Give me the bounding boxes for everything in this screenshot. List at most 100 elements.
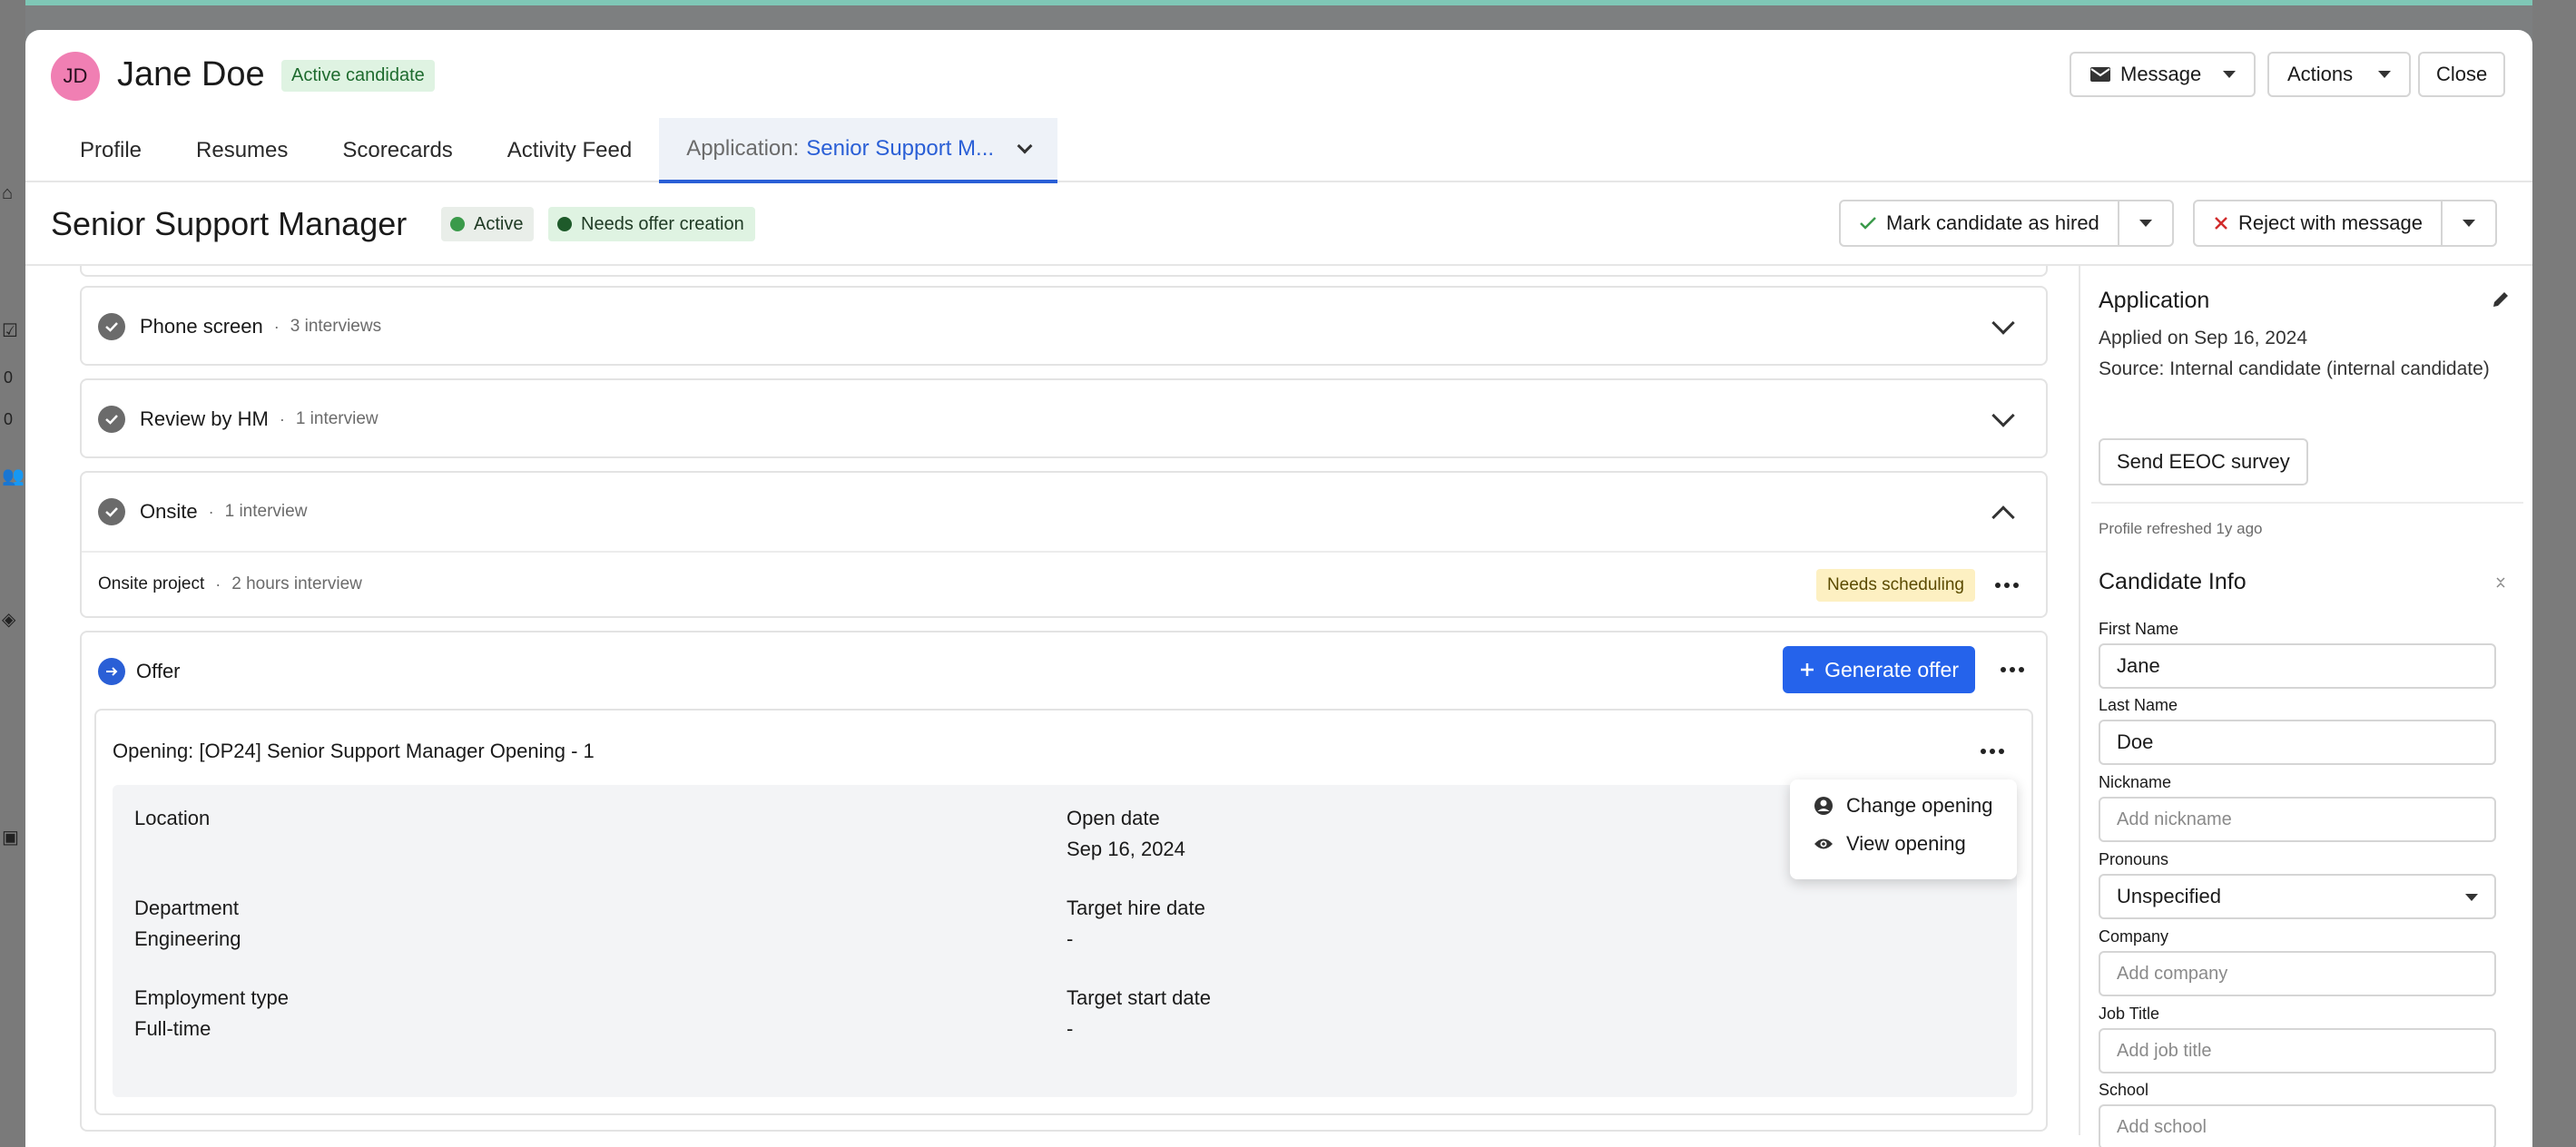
tab-activity-feed[interactable]: Activity Feed [480, 118, 659, 183]
separator-dot: · [208, 502, 214, 521]
layers-icon: ◈ [2, 610, 16, 630]
mark-hired-label: Mark candidate as hired [1886, 211, 2099, 234]
last-name-label: Last Name [2099, 696, 2178, 714]
pronouns-select[interactable]: Unspecified [2099, 874, 2496, 919]
field-value: Sep 16, 2024 [1067, 838, 1185, 860]
pronouns-value: Unspecified [2117, 885, 2221, 907]
avatar: JD [51, 52, 100, 101]
actions-button[interactable]: Actions [2267, 52, 2412, 97]
stage-meta: 3 interviews [290, 317, 382, 336]
generate-offer-button[interactable]: Generate offer [1783, 646, 1975, 693]
application-source: Source: Internal candidate (internal can… [2099, 358, 2490, 379]
backdrop-count-a: 0 [4, 368, 14, 387]
message-button[interactable]: Message [2070, 52, 2256, 97]
more-options-icon[interactable] [2001, 667, 2024, 672]
field-department: Department Engineering [134, 897, 241, 951]
field-label: Target start date [1067, 986, 1211, 1009]
check-icon [1860, 217, 1876, 230]
candidate-name: Jane Doe [117, 55, 265, 93]
field-value: - [1067, 1017, 1074, 1040]
plus-icon [1801, 663, 1814, 676]
reject-split-button: Reject with message [2193, 200, 2497, 247]
modal-header: JD Jane Doe Active candidate Message Act… [25, 30, 2532, 183]
send-eeoc-survey-button[interactable]: Send EEOC survey [2099, 438, 2308, 485]
stage-phone-screen[interactable]: Phone screen · 3 interviews [80, 286, 2048, 366]
arrow-right-icon [98, 658, 125, 685]
job-title-field[interactable]: Add job title [2099, 1028, 2496, 1073]
reject-label: Reject with message [2238, 211, 2423, 234]
stage-name: Offer [136, 660, 181, 682]
field-target-hire-date: Target hire date - [1067, 897, 1205, 951]
tab-profile[interactable]: Profile [53, 118, 169, 183]
stage-name: Onsite [140, 500, 198, 523]
stage-status-pill: Needs offer creation [548, 207, 755, 241]
last-name-field[interactable]: Doe [2099, 720, 2496, 765]
first-name-field[interactable]: Jane [2099, 643, 2496, 689]
reject-button[interactable]: Reject with message [2195, 201, 2443, 245]
completed-check-icon [98, 406, 125, 433]
completed-check-icon [98, 313, 125, 340]
briefcase-icon: ▣ [2, 828, 19, 848]
tab-resumes[interactable]: Resumes [169, 118, 315, 183]
user-circle-icon [1814, 797, 1833, 815]
close-icon [2215, 217, 2227, 230]
collapse-icon[interactable] [2494, 574, 2507, 591]
message-label: Message [2120, 63, 2202, 85]
first-name-label: First Name [2099, 620, 2179, 638]
tab-bar: Profile Resumes Scorecards Activity Feed… [53, 118, 1058, 183]
backdrop-count-b: 0 [4, 410, 14, 428]
opening-more-options-icon[interactable] [1981, 749, 2004, 754]
candidate-info-title: Candidate Info [2099, 569, 2247, 594]
interview-row[interactable]: Onsite project · 2 hours interview Needs… [82, 551, 2046, 616]
field-value: Engineering [134, 927, 241, 950]
menu-item-label: Change opening [1846, 794, 1993, 817]
opening-menu: Change opening View opening [1790, 779, 2017, 879]
backdrop-top-bar [0, 0, 2576, 5]
actions-label: Actions [2287, 63, 2354, 85]
stage-offer: Offer Generate offer Opening: [OP24] Sen… [80, 631, 2048, 1132]
separator-dot: · [215, 574, 221, 593]
profile-refreshed: Profile refreshed 1y ago [2099, 520, 2263, 537]
chevron-down-icon [2223, 71, 2237, 78]
job-title: Senior Support Manager [51, 205, 408, 242]
field-label: Department [134, 897, 239, 919]
school-field[interactable]: Add school [2099, 1104, 2496, 1147]
stage-onsite: Onsite · 1 interview Onsite project · 2 … [80, 471, 2048, 618]
side-panel: Application Applied on Sep 16, 2024 Sour… [2079, 264, 2532, 1147]
pipeline-column: Phone screen · 3 interviews Review by HM… [25, 266, 2072, 1137]
divider [2091, 502, 2523, 504]
close-button[interactable]: Close [2418, 52, 2506, 97]
home-icon: ⌂ [2, 183, 14, 203]
mark-hired-button[interactable]: Mark candidate as hired [1841, 201, 2119, 245]
company-field[interactable]: Add company [2099, 951, 2496, 996]
menu-item-view-opening[interactable]: View opening [1814, 832, 1966, 856]
more-options-icon[interactable] [1995, 583, 2019, 588]
completed-check-icon [98, 498, 125, 525]
candidate-modal: JD Jane Doe Active candidate Message Act… [25, 30, 2532, 1147]
tab-application[interactable]: Application: Senior Support M... [659, 118, 1058, 183]
opening-title: Opening: [OP24] Senior Support Manager O… [113, 740, 595, 762]
tasks-icon: ☑ [2, 321, 18, 341]
nickname-label: Nickname [2099, 773, 2172, 791]
school-label: School [2099, 1081, 2149, 1099]
mail-icon [2090, 67, 2110, 82]
nickname-field[interactable]: Add nickname [2099, 797, 2496, 842]
field-location: Location [134, 807, 210, 838]
edit-pencil-icon[interactable] [2491, 289, 2511, 309]
field-value: Full-time [134, 1017, 211, 1040]
chevron-down-icon [2378, 71, 2392, 78]
applied-date: Applied on Sep 16, 2024 [2099, 328, 2308, 348]
field-label: Employment type [134, 986, 289, 1009]
stage-name: Review by HM [140, 407, 269, 430]
stage-name: Phone screen [140, 315, 263, 338]
tab-scorecards[interactable]: Scorecards [315, 118, 479, 183]
job-title-label: Job Title [2099, 1005, 2160, 1023]
stage-review-by-hm[interactable]: Review by HM · 1 interview [80, 378, 2048, 458]
menu-item-change-opening[interactable]: Change opening [1814, 794, 1992, 818]
stage-status-label: Needs offer creation [581, 213, 744, 234]
people-icon: 👥 [2, 466, 25, 486]
reject-options-button[interactable] [2443, 201, 2495, 245]
field-label: Target hire date [1067, 897, 1205, 919]
field-employment-type: Employment type Full-time [134, 986, 289, 1041]
hire-options-button[interactable] [2119, 201, 2172, 245]
